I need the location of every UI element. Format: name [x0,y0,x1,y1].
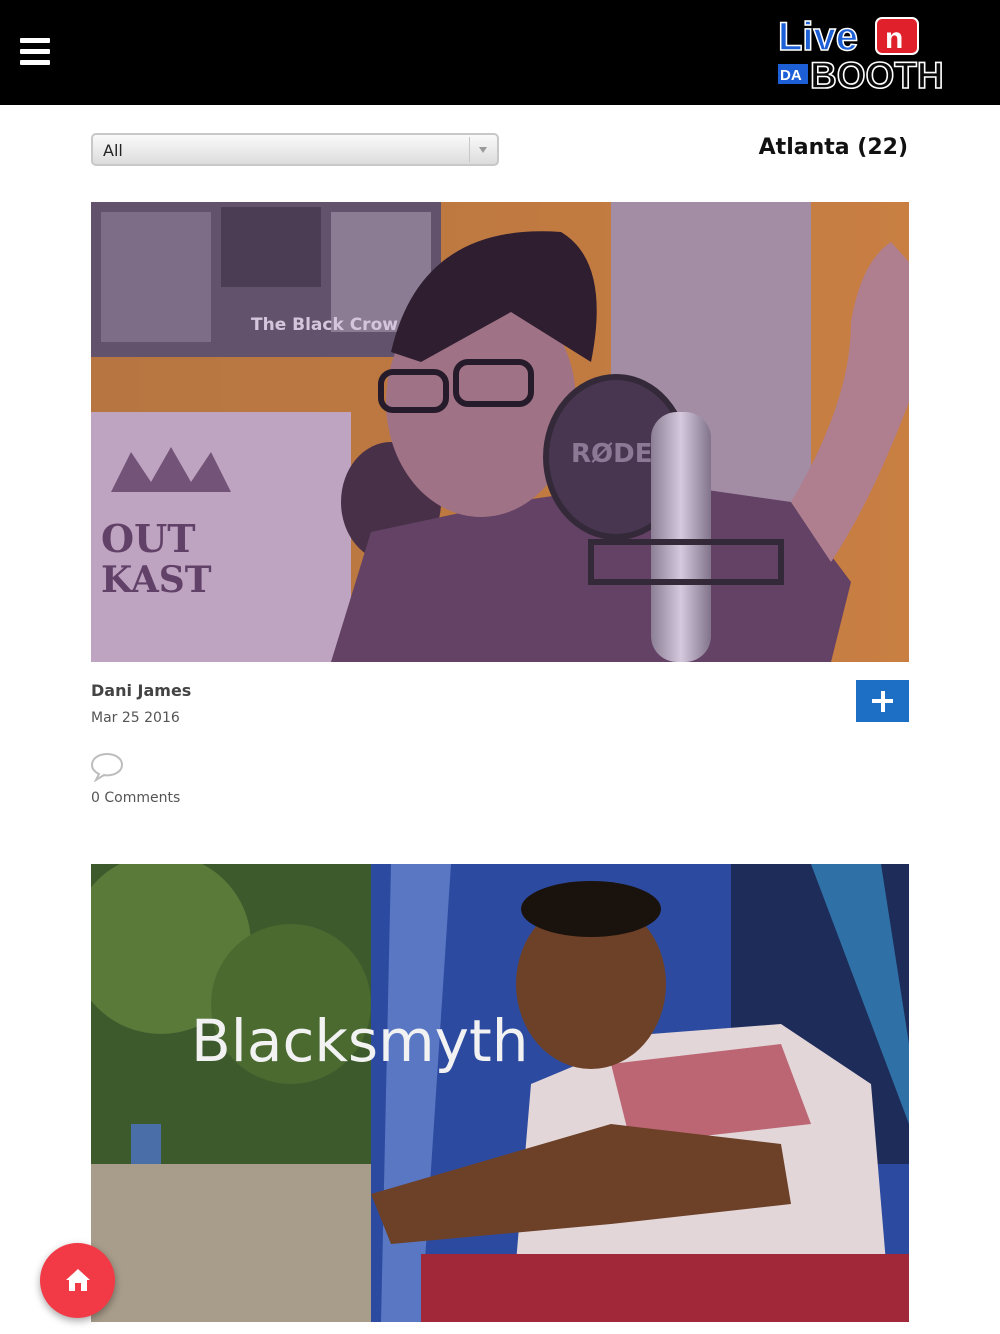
filter-selected-value: All [103,141,123,160]
chevron-down-icon[interactable] [469,137,495,162]
category-filter-select[interactable]: All [91,133,499,166]
trash-bin [131,1124,161,1164]
logo-booth-text: BOOTH [810,55,944,94]
image-tint [91,202,909,662]
menu-bar-line [20,49,50,54]
menu-bar-line [20,60,50,65]
logo-live-text: Live [778,15,858,59]
comment-bubble-outline [90,752,124,782]
logo-n-badge-text: n [885,22,903,55]
post-thumbnail-blacksmyth[interactable]: Blacksmyth [91,864,909,1322]
overlay-title: Blacksmyth [191,1007,528,1075]
man-hair [521,881,661,937]
menu-bar-line [20,38,50,43]
top-navigation-bar: Live n DA BOOTH [0,0,1000,105]
live-n-da-booth-logo[interactable]: Live n DA BOOTH [776,12,956,94]
hamburger-menu-icon[interactable] [20,38,52,68]
alley-path [91,1164,381,1322]
comment-bubble-icon[interactable] [90,752,126,782]
comment-count[interactable]: 0 Comments [91,790,180,806]
home-button[interactable] [40,1243,115,1318]
post-date: Mar 25 2016 [91,710,180,726]
city-title: Atlanta (22) [758,135,908,160]
add-button[interactable] [856,680,909,722]
post-thumbnail-dani-james[interactable]: The Black Crow OUT KAST RØDE [91,202,909,662]
red-pants [421,1254,909,1322]
home-icon [66,1269,90,1291]
home-icon-shape [66,1269,90,1291]
artist-name[interactable]: Dani James [91,681,191,700]
logo-da-text: DA [780,67,802,84]
